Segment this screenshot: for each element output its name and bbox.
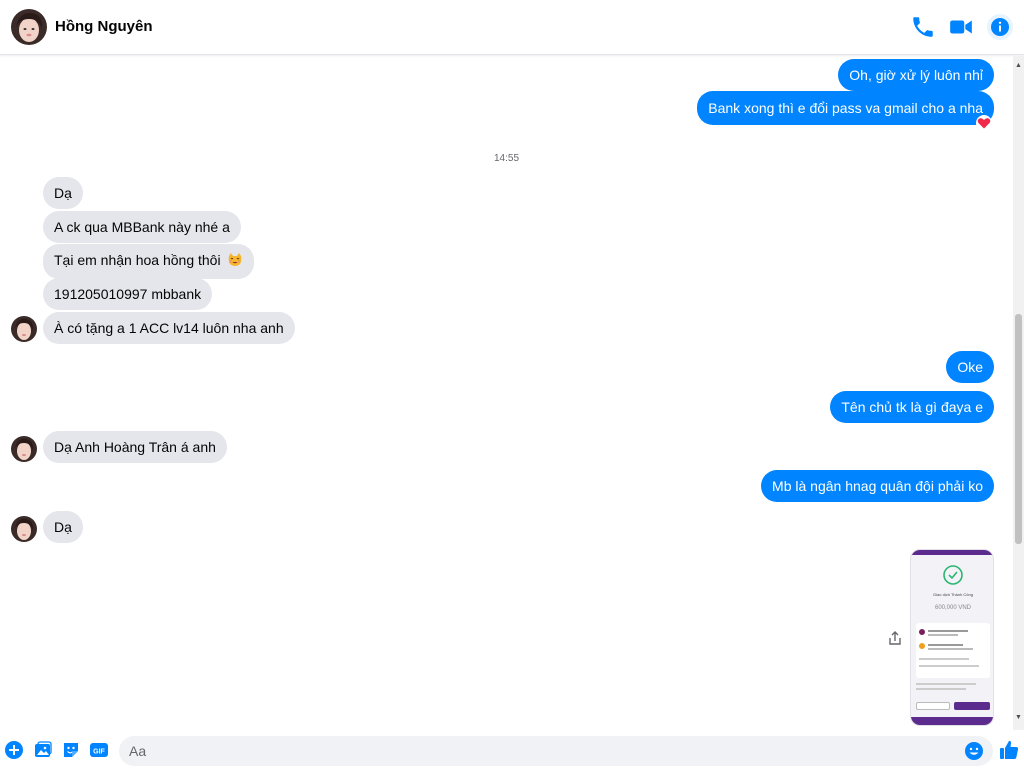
emoji-icon[interactable] <box>964 741 984 761</box>
contact-name[interactable]: Hồng Nguyên <box>55 18 153 35</box>
image-icon[interactable] <box>33 740 53 760</box>
contact-avatar-small <box>11 516 37 542</box>
contact-avatar-small <box>11 436 37 462</box>
contact-avatar-small <box>11 316 37 342</box>
svg-text:GIF: GIF <box>93 749 105 756</box>
gif-icon[interactable]: GIF <box>89 740 109 760</box>
plus-icon[interactable] <box>4 740 24 760</box>
message-outgoing[interactable]: Oke <box>946 351 994 383</box>
contact-avatar[interactable] <box>11 9 47 45</box>
message-list[interactable]: Oh, giờ xử lý luôn nhỉ Bank xong thì e đ… <box>0 56 1013 730</box>
message-incoming[interactable]: Dạ Anh Hoàng Trân á anh <box>43 431 227 463</box>
message-outgoing[interactable]: Bank xong thì e đổi pass va gmail cho a … <box>697 91 994 125</box>
receipt-nav-bar <box>911 717 993 725</box>
message-input[interactable] <box>129 742 959 760</box>
chat-header: Hồng Nguyên <box>0 0 1024 55</box>
receipt-details-card <box>916 623 990 678</box>
scroll-down-arrow-icon[interactable]: ▼ <box>1015 714 1022 721</box>
message-incoming[interactable]: Dạ <box>43 511 83 543</box>
sticker-icon[interactable] <box>61 740 81 760</box>
image-attachment[interactable]: Giao dịch Thành Công 600,000 VND <box>910 549 994 726</box>
share-icon[interactable] <box>887 630 903 646</box>
thumbs-up-icon[interactable] <box>998 739 1020 761</box>
receipt-primary-button <box>954 702 990 710</box>
heart-reaction-icon[interactable] <box>976 115 992 131</box>
message-incoming[interactable]: Dạ <box>43 177 83 209</box>
check-circle-icon <box>942 564 964 586</box>
message-incoming[interactable]: À có tặng a 1 ACC lv14 luôn nha anh <box>43 312 295 344</box>
message-outgoing[interactable]: Mb là ngân hnag quân đội phải ko <box>761 470 994 502</box>
message-incoming[interactable]: Tại em nhận hoa hồng thôi <box>43 244 255 279</box>
receipt-title: Giao dịch Thành Công <box>933 592 973 597</box>
message-incoming[interactable]: A ck qua MBBank này nhé a <box>43 211 241 243</box>
receipt-amount: 600,000 VND <box>934 605 972 611</box>
scrollbar-thumb[interactable] <box>1015 314 1022 544</box>
receipt-status-bar <box>911 550 993 555</box>
message-text: Tại em nhận hoa hồng thôi <box>54 252 221 268</box>
message-input-container <box>119 736 993 766</box>
info-icon[interactable] <box>987 14 1013 40</box>
scroll-up-arrow-icon[interactable]: ▲ <box>1015 62 1022 69</box>
message-timestamp: 14:55 <box>493 153 520 164</box>
scrollbar[interactable]: ▲ ▼ <box>1013 56 1024 730</box>
phone-icon[interactable] <box>910 14 936 40</box>
message-outgoing[interactable]: Tên chủ tk là gì đaya e <box>830 391 994 423</box>
receipt-secondary-button <box>916 702 950 710</box>
video-camera-icon[interactable] <box>948 14 974 40</box>
message-outgoing[interactable]: Oh, giờ xử lý luôn nhỉ <box>838 59 994 91</box>
smiling-cat-emoji-icon <box>227 252 243 272</box>
message-composer: GIF <box>0 730 1024 770</box>
message-incoming[interactable]: 191205010997 mbbank <box>43 278 213 310</box>
